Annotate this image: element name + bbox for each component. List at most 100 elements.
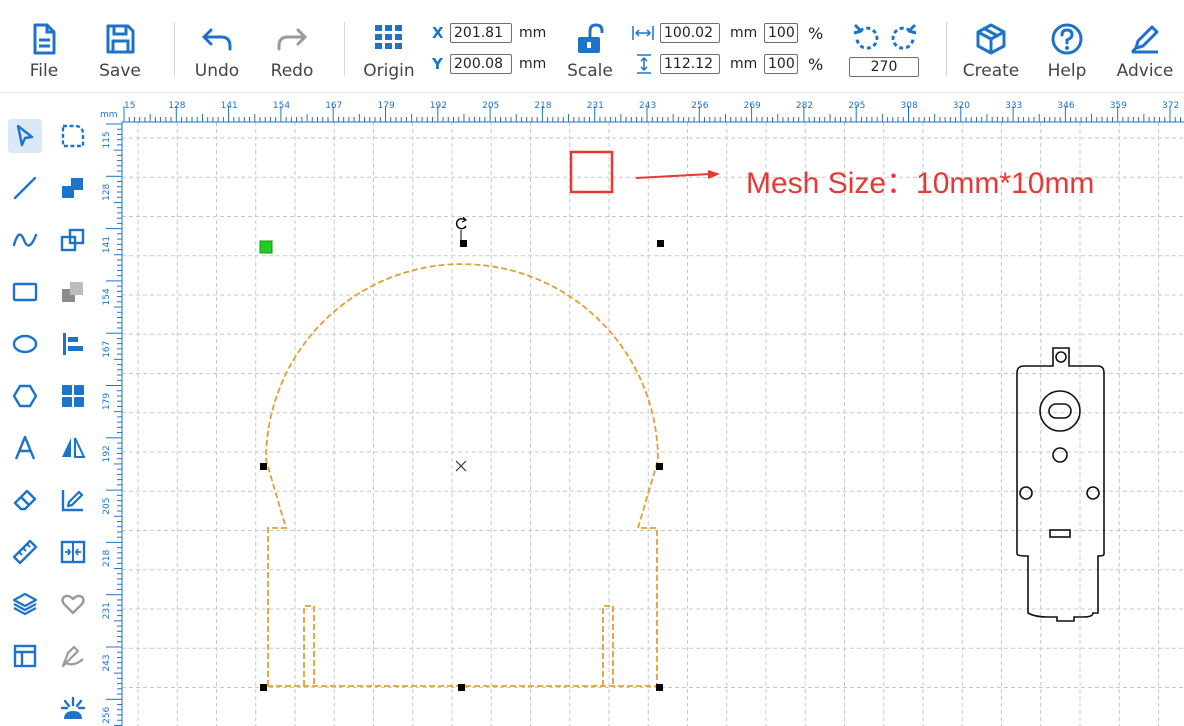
trace-tool[interactable] [56, 639, 90, 673]
eraser-tool[interactable] [8, 483, 42, 517]
curve-tool[interactable] [8, 223, 42, 257]
rectangle-icon [12, 282, 38, 302]
polygon-tool[interactable] [8, 379, 42, 413]
laser-light-tool[interactable] [56, 691, 90, 725]
advice-button[interactable]: Advice [1110, 0, 1180, 92]
ruler-label: 192 [430, 101, 447, 111]
subtract-tool[interactable] [56, 275, 90, 309]
design-canvas[interactable]: mm 15 128 141 154 167 179 192 205 218 231 243 256 26… [98, 98, 1184, 726]
polygon-icon [12, 384, 38, 408]
rectangle-tool[interactable] [8, 275, 42, 309]
ruler-label: 231 [102, 602, 112, 619]
width-input[interactable]: 100.02 [660, 23, 720, 43]
file-button[interactable]: File [20, 0, 68, 92]
select-tool[interactable] [8, 119, 42, 153]
ruler-label: 308 [901, 101, 918, 111]
ruler-label: 359 [1110, 101, 1127, 111]
help-label: Help [1047, 61, 1087, 81]
ruler-label: 15 [124, 101, 135, 111]
rotate-cw-icon[interactable] [890, 22, 918, 52]
ruler-label: 167 [102, 341, 112, 358]
ruler-label: 372 [1162, 101, 1179, 111]
combine-icon [62, 178, 83, 198]
copy-tool[interactable] [56, 223, 90, 257]
height-input[interactable]: 112.12 [660, 54, 720, 74]
align-icon [63, 333, 83, 355]
height-unit: mm [730, 56, 758, 72]
file-label: File [29, 61, 59, 81]
origin-button[interactable]: Origin [360, 0, 418, 92]
curve-icon [12, 233, 38, 247]
undo-label: Undo [194, 61, 240, 81]
distribute-icon [60, 540, 86, 564]
rotate-ccw-icon[interactable] [852, 22, 880, 52]
rotation-angle-input[interactable]: 270 [849, 57, 919, 77]
origin-grid-icon [375, 25, 402, 49]
mirror-tool[interactable] [56, 431, 90, 465]
layers-tool[interactable] [8, 587, 42, 621]
y-label: Y [432, 55, 443, 73]
ruler-label: 179 [102, 393, 112, 410]
x-position-input[interactable]: 201.81 [450, 23, 512, 43]
ruler-label: 115 [102, 131, 112, 148]
cube-icon [976, 23, 1006, 55]
ruler-label: 231 [587, 101, 604, 111]
save-label: Save [99, 61, 141, 81]
ruler-label: 179 [378, 101, 395, 111]
scale-lock-button[interactable]: Scale [562, 0, 618, 92]
ruler-label: 243 [102, 654, 112, 671]
combine-tool[interactable] [56, 171, 90, 205]
ruler-label: 154 [102, 288, 112, 305]
width-icon [632, 26, 654, 40]
file-icon [33, 23, 56, 55]
ruler-label: 141 [102, 236, 112, 253]
eraser-icon [13, 489, 37, 511]
height-percent-input[interactable]: 100 [764, 54, 798, 74]
align-tool[interactable] [56, 327, 90, 361]
width-percent-input[interactable]: 100 [764, 23, 798, 43]
save-button[interactable]: Save [95, 0, 145, 92]
shape-library-tool[interactable] [56, 587, 90, 621]
width-unit: mm [730, 25, 758, 41]
height-percent-sign: % [808, 55, 824, 74]
redo-icon [277, 28, 307, 51]
x-unit: mm [519, 25, 547, 41]
scale-label: Scale [567, 61, 613, 81]
array-tool[interactable] [56, 379, 90, 413]
distribute-tool[interactable] [56, 535, 90, 569]
x-label: X [432, 24, 444, 42]
line-tool[interactable] [8, 171, 42, 205]
layers-icon [12, 592, 38, 616]
edit-path-tool[interactable] [56, 483, 90, 517]
help-icon [1051, 23, 1083, 55]
y-position-input[interactable]: 200.08 [450, 54, 512, 74]
text-tool[interactable] [8, 431, 42, 465]
ruler-label: 218 [102, 550, 112, 567]
material-tool[interactable] [8, 639, 42, 673]
redo-button[interactable]: Redo [266, 0, 318, 92]
create-label: Create [962, 61, 1020, 81]
measure-tool[interactable] [8, 535, 42, 569]
undo-button[interactable]: Undo [190, 0, 244, 92]
help-button[interactable]: Help [1042, 0, 1092, 92]
ruler-label: 269 [744, 101, 761, 111]
ruler-label: 192 [102, 445, 112, 462]
toolbar-divider [174, 22, 175, 76]
toolbar-divider [344, 22, 345, 76]
node-edit-icon [61, 124, 85, 148]
ruler-label: 295 [848, 101, 865, 111]
ellipse-tool[interactable] [8, 327, 42, 361]
ruler-label: 128 [168, 101, 185, 111]
node-edit-tool[interactable] [56, 119, 90, 153]
layout-icon [13, 644, 37, 668]
ruler-label: 218 [534, 101, 551, 111]
array-icon [62, 385, 84, 407]
ruler-label: 320 [953, 101, 970, 111]
create-button[interactable]: Create [958, 0, 1024, 92]
ruler-label: 205 [102, 498, 112, 515]
anchor-point[interactable] [259, 240, 273, 254]
origin-label: Origin [363, 61, 415, 81]
ruler-label: 243 [639, 101, 656, 111]
text-icon [14, 435, 36, 460]
advice-label: Advice [1116, 61, 1174, 81]
